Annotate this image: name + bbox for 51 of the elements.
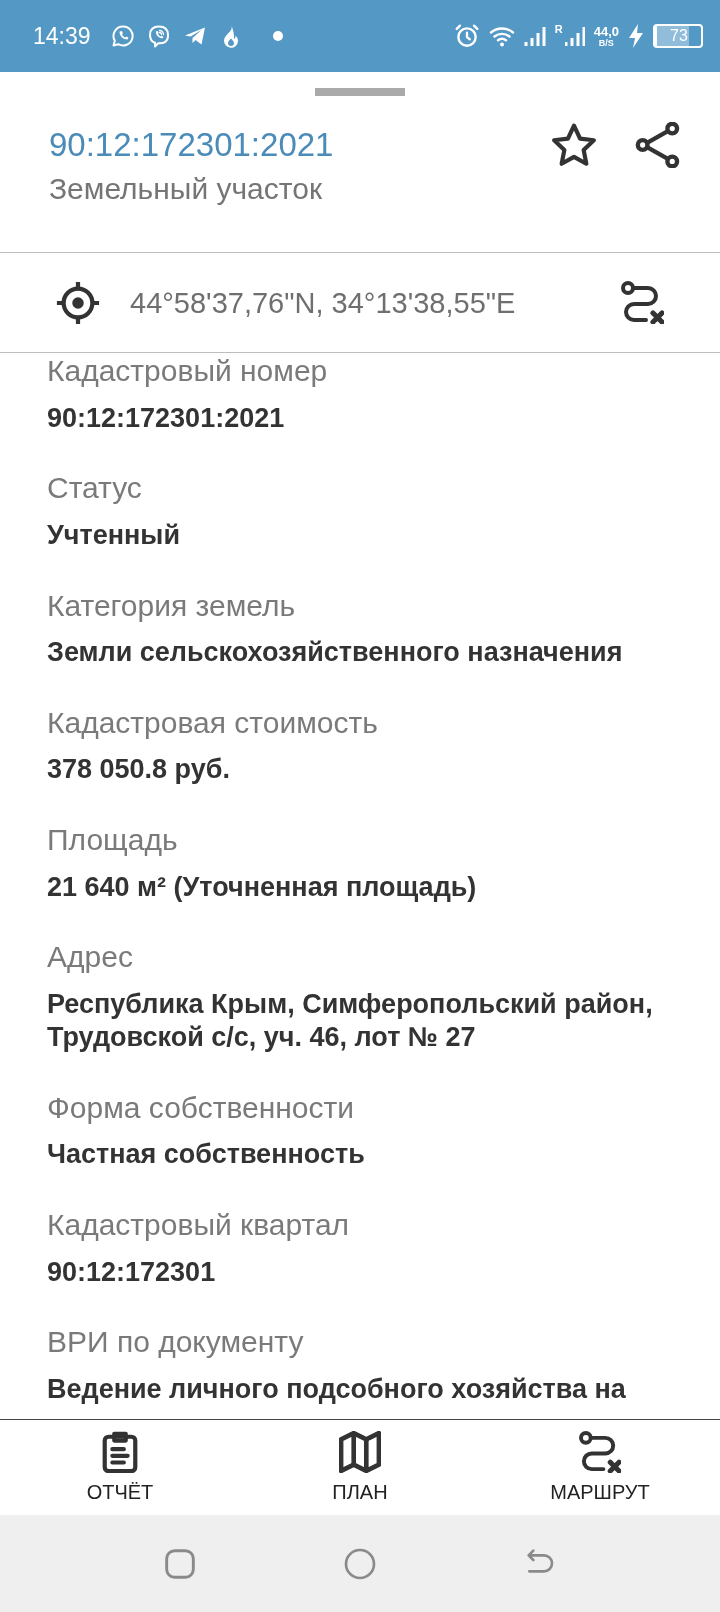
lightning-bolt-icon (628, 24, 644, 48)
route-off-icon (579, 1431, 621, 1473)
status-time: 14:39 (33, 22, 91, 50)
alarm-clock-icon (453, 23, 480, 49)
field-label: Площадь (47, 823, 179, 858)
field-label: ВРИ по документу (47, 1325, 305, 1360)
share-icon (635, 122, 681, 168)
field-value: 21 640 м² (Уточненная площадь) (47, 870, 478, 904)
chat-bubble-phone-icon (110, 24, 135, 48)
star-icon (551, 122, 597, 168)
field-label: Категория земель (47, 588, 297, 623)
route-off-icon (621, 281, 664, 324)
object-type-subtitle: Земельный участок (49, 172, 323, 206)
field-value: 90:12:172301 (47, 1255, 217, 1289)
route-off-button[interactable] (621, 281, 664, 324)
battery-indicator: 73 (653, 24, 703, 48)
plan-button[interactable]: ПЛАН (332, 1431, 388, 1504)
network-speed: 44,0 (593, 24, 619, 38)
favorite-button[interactable] (551, 122, 597, 168)
crosshair-target-icon (55, 279, 101, 326)
wifi-icon (488, 25, 515, 47)
field-label: Кадастровая стоимость (47, 705, 379, 740)
signal-bars-icon (523, 25, 546, 47)
report-button[interactable]: ОТЧЁТ (86, 1431, 154, 1504)
rounded-square-icon (164, 1547, 196, 1580)
signal-bars-icon (564, 25, 585, 47)
share-button[interactable] (635, 122, 681, 168)
field-value: 90:12:172301:2021 (47, 401, 286, 435)
roaming-mark: R (554, 23, 563, 35)
field-label: Адрес (47, 940, 134, 975)
chat-bubble-phone-icon (146, 24, 171, 48)
field-value: Ведение личного подсобного хозяйства на (47, 1372, 627, 1406)
drag-handle[interactable] (315, 88, 405, 96)
field-label: Статус (47, 471, 143, 506)
network-speed-unit: B/S (598, 37, 614, 48)
recent-apps-button[interactable] (164, 1547, 196, 1580)
field-value: Учтенный (47, 518, 181, 552)
field-label: Кадастровый квартал (47, 1208, 351, 1243)
home-button[interactable] (344, 1547, 376, 1580)
field-value: 378 050.8 руб. (47, 753, 231, 787)
dot-icon (272, 31, 283, 41)
cadastral-number-title: 90:12:172301:2021 (49, 125, 334, 165)
coordinates-text: 44°58'37,76"N, 34°13'38,55"E (130, 285, 517, 320)
field-value: Земли сельскохозяйственного назначения (47, 636, 624, 670)
field-value: Республика Крым, Симферопольский район, Трудовской с/с, уч. 46, лот № 27 (47, 988, 654, 1054)
circle-icon (344, 1547, 376, 1580)
field-label: Форма собственности (47, 1090, 356, 1125)
field-label: Кадастровый номер (47, 354, 329, 388)
route-button[interactable]: МАРШРУТ (550, 1431, 650, 1504)
map-icon (339, 1431, 381, 1473)
field-value: Частная собственность (47, 1138, 366, 1172)
